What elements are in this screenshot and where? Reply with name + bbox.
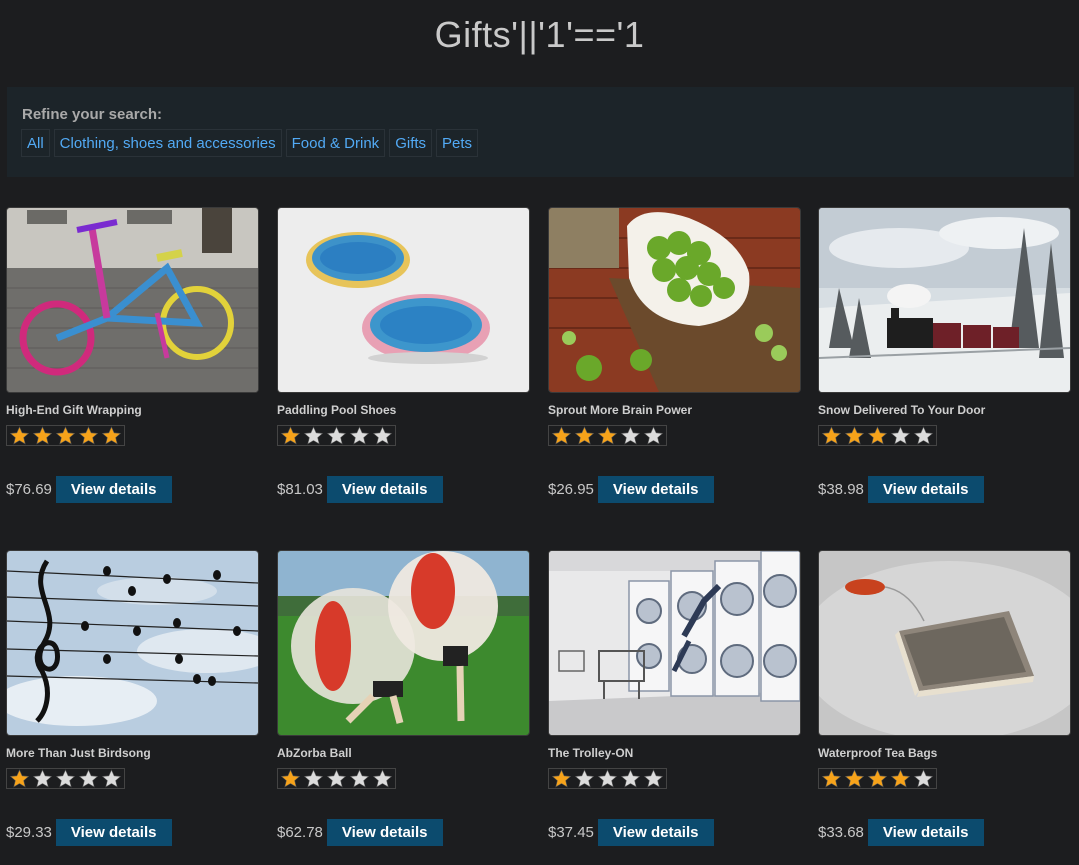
paddling-pools-image[interactable] — [277, 207, 530, 393]
star-empty-icon — [889, 426, 912, 445]
product-card: High-End Gift Wrapping $76.69 View detai… — [6, 207, 259, 503]
star-empty-icon — [31, 769, 54, 788]
product-price: $62.78 — [277, 824, 323, 841]
product-name: Waterproof Tea Bags — [818, 746, 938, 760]
product-name: High-End Gift Wrapping — [6, 403, 142, 417]
star-filled-icon — [843, 426, 866, 445]
product-name: Paddling Pool Shoes — [277, 403, 397, 417]
rating-stars — [277, 768, 396, 789]
star-filled-icon — [8, 769, 31, 788]
star-empty-icon — [596, 769, 619, 788]
view-details-button[interactable]: View details — [55, 476, 172, 503]
star-filled-icon — [820, 769, 843, 788]
star-empty-icon — [302, 769, 325, 788]
star-empty-icon — [619, 426, 642, 445]
view-details-button[interactable]: View details — [597, 476, 714, 503]
star-filled-icon — [573, 426, 596, 445]
star-empty-icon — [912, 426, 935, 445]
product-price: $26.95 — [548, 481, 594, 498]
product-price: $38.98 — [818, 481, 864, 498]
product-card: Waterproof Tea Bags $33.68 View details — [818, 550, 1071, 846]
birds-music-staff-image[interactable] — [6, 550, 259, 736]
rating-stars — [548, 425, 667, 446]
star-empty-icon — [348, 426, 371, 445]
star-filled-icon — [843, 769, 866, 788]
star-empty-icon — [302, 426, 325, 445]
star-empty-icon — [573, 769, 596, 788]
star-empty-icon — [325, 769, 348, 788]
rating-stars — [818, 768, 937, 789]
star-filled-icon — [866, 426, 889, 445]
sprouts-image[interactable] — [548, 207, 801, 393]
category-all[interactable]: All — [21, 129, 50, 157]
star-filled-icon — [31, 426, 54, 445]
star-empty-icon — [642, 769, 665, 788]
product-card: More Than Just Birdsong $29.33 View deta… — [6, 550, 259, 846]
bubble-ball-image[interactable] — [277, 550, 530, 736]
star-filled-icon — [77, 426, 100, 445]
star-filled-icon — [550, 769, 573, 788]
star-empty-icon — [912, 769, 935, 788]
product-name: AbZorba Ball — [277, 746, 352, 760]
yarn-bike-image[interactable] — [6, 207, 259, 393]
rating-stars — [6, 425, 125, 446]
rating-stars — [277, 425, 396, 446]
rating-stars — [548, 768, 667, 789]
product-card: The Trolley-ON $37.45 View details — [548, 550, 801, 846]
star-filled-icon — [8, 426, 31, 445]
star-empty-icon — [642, 426, 665, 445]
product-name: Sprout More Brain Power — [548, 403, 693, 417]
category-gifts[interactable]: Gifts — [389, 129, 433, 157]
product-card: Sprout More Brain Power $26.95 View deta… — [548, 207, 801, 503]
star-filled-icon — [866, 769, 889, 788]
refine-panel: Refine your search: All Clothing, shoes … — [7, 87, 1074, 177]
rating-stars — [818, 425, 937, 446]
page: Gifts'||'1'=='1 Refine your search: All … — [0, 0, 1079, 865]
product-name: The Trolley-ON — [548, 746, 634, 760]
snow-train-image[interactable] — [818, 207, 1071, 393]
star-empty-icon — [619, 769, 642, 788]
product-price: $76.69 — [6, 481, 52, 498]
star-empty-icon — [371, 426, 394, 445]
star-filled-icon — [279, 426, 302, 445]
refine-label: Refine your search: — [22, 106, 163, 123]
view-details-button[interactable]: View details — [55, 819, 172, 846]
star-filled-icon — [596, 426, 619, 445]
product-name: More Than Just Birdsong — [6, 746, 151, 760]
view-details-button[interactable]: View details — [597, 819, 714, 846]
product-card: AbZorba Ball $62.78 View details — [277, 550, 530, 846]
star-empty-icon — [54, 769, 77, 788]
category-clothing[interactable]: Clothing, shoes and accessories — [53, 129, 282, 157]
star-empty-icon — [371, 769, 394, 788]
product-price: $29.33 — [6, 824, 52, 841]
star-empty-icon — [77, 769, 100, 788]
rating-stars — [6, 768, 125, 789]
star-empty-icon — [325, 426, 348, 445]
category-food-drink[interactable]: Food & Drink — [285, 129, 386, 157]
product-card: Paddling Pool Shoes $81.03 View details — [277, 207, 530, 503]
star-empty-icon — [100, 769, 123, 788]
star-filled-icon — [100, 426, 123, 445]
view-details-button[interactable]: View details — [867, 819, 984, 846]
star-filled-icon — [820, 426, 843, 445]
star-filled-icon — [889, 769, 912, 788]
product-price: $81.03 — [277, 481, 323, 498]
laundromat-image[interactable] — [548, 550, 801, 736]
product-name: Snow Delivered To Your Door — [818, 403, 986, 417]
category-pets[interactable]: Pets — [436, 129, 479, 157]
view-details-button[interactable]: View details — [867, 476, 984, 503]
view-details-button[interactable]: View details — [326, 819, 443, 846]
product-price: $37.45 — [548, 824, 594, 841]
page-title: Gifts'||'1'=='1 — [434, 14, 645, 55]
star-filled-icon — [279, 769, 302, 788]
category-filters: All Clothing, shoes and accessories Food… — [21, 129, 479, 157]
star-filled-icon — [550, 426, 573, 445]
star-filled-icon — [54, 426, 77, 445]
product-card: Snow Delivered To Your Door $38.98 View … — [818, 207, 1071, 503]
tea-bag-image[interactable] — [818, 550, 1071, 736]
star-empty-icon — [348, 769, 371, 788]
product-price: $33.68 — [818, 824, 864, 841]
view-details-button[interactable]: View details — [326, 476, 443, 503]
